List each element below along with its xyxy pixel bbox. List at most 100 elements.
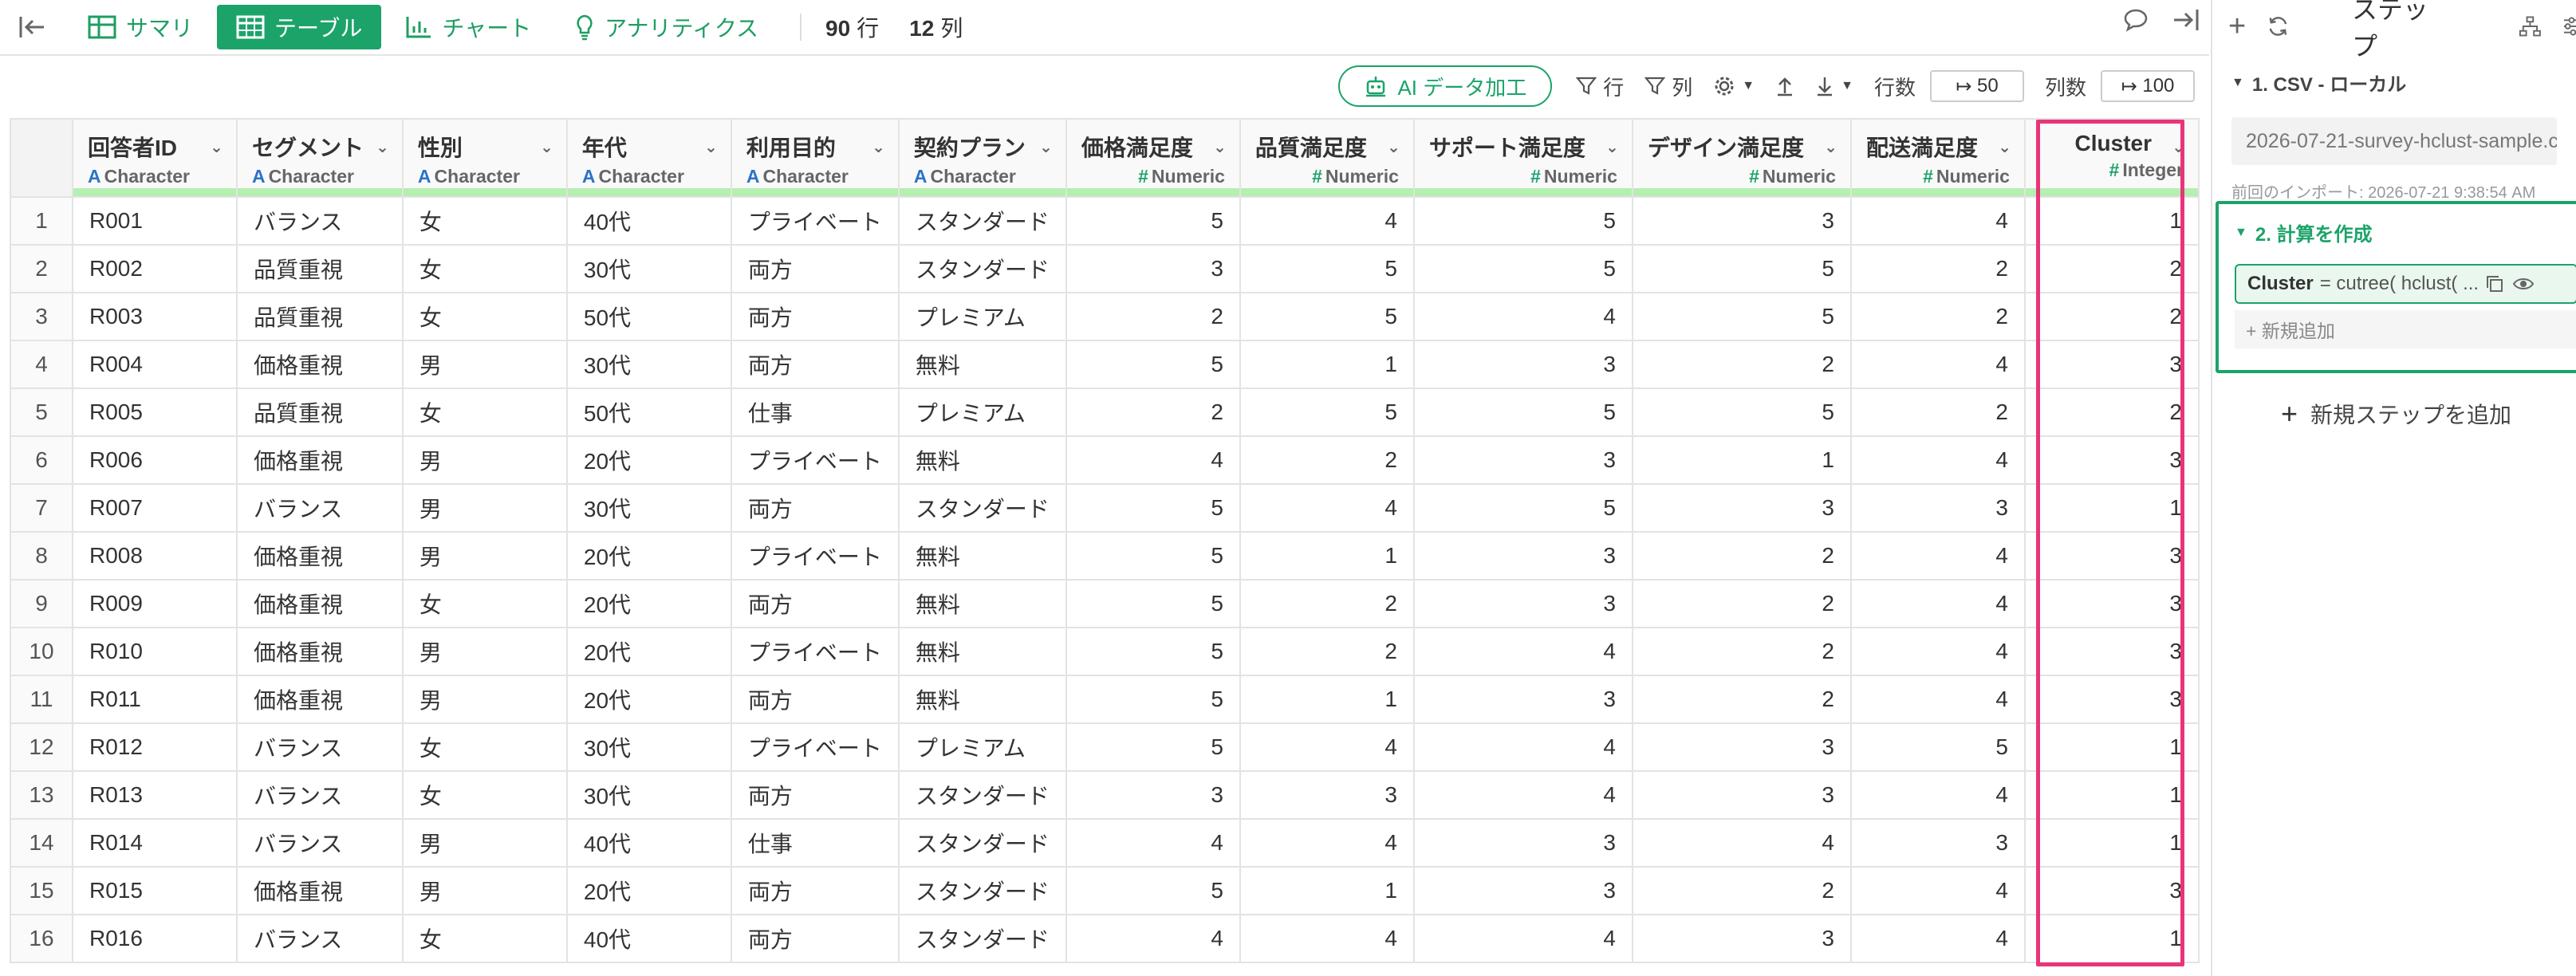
- table-cell[interactable]: バランス: [235, 196, 404, 246]
- copy-icon[interactable]: [2485, 274, 2504, 293]
- table-cell[interactable]: 1: [1239, 866, 1415, 915]
- chevron-down-icon[interactable]: ⌄: [1605, 137, 1619, 157]
- table-cell[interactable]: 5: [1065, 340, 1241, 389]
- add-new-calculation-button[interactable]: + 新規追加: [2235, 310, 2576, 348]
- table-cell[interactable]: R004: [71, 340, 238, 389]
- upload-button[interactable]: [1775, 76, 1794, 96]
- table-cell[interactable]: 50代: [565, 388, 732, 437]
- table-cell[interactable]: 価格重視: [235, 435, 404, 485]
- table-cell[interactable]: 3: [2023, 627, 2200, 676]
- table-cell[interactable]: 2: [1065, 292, 1241, 341]
- table-cell[interactable]: 20代: [565, 579, 732, 628]
- table-cell[interactable]: 3: [1412, 675, 1633, 724]
- table-cell[interactable]: 30代: [565, 340, 732, 389]
- column-header[interactable]: 品質満足度 # Numeric ⌄: [1239, 118, 1415, 198]
- table-cell[interactable]: R010: [71, 627, 238, 676]
- table-cell[interactable]: 1: [2023, 770, 2200, 820]
- table-cell[interactable]: 無料: [897, 340, 1067, 389]
- table-cell[interactable]: プレミアム: [897, 388, 1067, 437]
- table-cell[interactable]: 女: [401, 196, 568, 246]
- table-cell[interactable]: 品質重視: [235, 388, 404, 437]
- table-cell[interactable]: 3: [2023, 579, 2200, 628]
- table-cell[interactable]: 3: [2023, 866, 2200, 915]
- table-cell[interactable]: 4: [1849, 675, 2026, 724]
- comment-icon[interactable]: [2123, 8, 2149, 32]
- table-cell[interactable]: バランス: [235, 770, 404, 820]
- table-cell[interactable]: 5: [1065, 675, 1241, 724]
- table-cell[interactable]: 5: [1065, 531, 1241, 580]
- table-cell[interactable]: 男: [401, 531, 568, 580]
- chevron-down-icon[interactable]: ⌄: [1039, 137, 1053, 157]
- table-cell[interactable]: 男: [401, 627, 568, 676]
- table-cell[interactable]: R002: [71, 244, 238, 293]
- table-cell[interactable]: 2: [2023, 388, 2200, 437]
- table-cell[interactable]: スタンダード: [897, 866, 1067, 915]
- table-cell[interactable]: 5: [1631, 244, 1852, 293]
- table-cell[interactable]: 4: [1412, 770, 1633, 820]
- cols-input[interactable]: ↦ 100: [2101, 70, 2195, 102]
- table-cell[interactable]: スタンダード: [897, 914, 1067, 963]
- table-cell[interactable]: 両方: [730, 770, 900, 820]
- chevron-down-icon[interactable]: ⌄: [540, 137, 553, 157]
- settings-dropdown[interactable]: ▼: [1713, 75, 1755, 97]
- table-cell[interactable]: プライベート: [730, 531, 900, 580]
- table-cell[interactable]: 3: [1849, 818, 2026, 868]
- table-cell[interactable]: 3: [1412, 340, 1633, 389]
- table-cell[interactable]: 女: [401, 388, 568, 437]
- table-cell[interactable]: 4: [1065, 435, 1241, 485]
- table-cell[interactable]: R013: [71, 770, 238, 820]
- table-cell[interactable]: バランス: [235, 818, 404, 868]
- table-cell[interactable]: 4: [1849, 770, 2026, 820]
- table-cell[interactable]: R012: [71, 722, 238, 772]
- table-cell[interactable]: 女: [401, 914, 568, 963]
- chevron-down-icon[interactable]: ⌄: [704, 137, 718, 157]
- column-header[interactable]: 性別 A Character ⌄: [401, 118, 568, 198]
- tab-summary[interactable]: サマリ: [69, 5, 212, 49]
- collapse-right-icon[interactable]: [2172, 8, 2200, 32]
- sliders-icon[interactable]: [2562, 15, 2576, 37]
- table-cell[interactable]: 価格重視: [235, 627, 404, 676]
- ai-data-processing-button[interactable]: AI データ加工: [1338, 65, 1553, 107]
- table-cell[interactable]: R006: [71, 435, 238, 485]
- table-cell[interactable]: R014: [71, 818, 238, 868]
- table-cell[interactable]: スタンダード: [897, 483, 1067, 533]
- table-cell[interactable]: 無料: [897, 675, 1067, 724]
- table-cell[interactable]: 4: [1065, 914, 1241, 963]
- column-header[interactable]: 回答者ID A Character ⌄: [71, 118, 238, 198]
- column-header[interactable]: 利用目的 A Character ⌄: [730, 118, 900, 198]
- table-cell[interactable]: 4: [1849, 914, 2026, 963]
- table-cell[interactable]: R003: [71, 292, 238, 341]
- table-cell[interactable]: 両方: [730, 244, 900, 293]
- table-cell[interactable]: 3: [1849, 483, 2026, 533]
- table-cell[interactable]: 3: [2023, 340, 2200, 389]
- column-header[interactable]: 価格満足度 # Numeric ⌄: [1065, 118, 1241, 198]
- table-cell[interactable]: 3: [1631, 770, 1852, 820]
- table-cell[interactable]: 2: [1239, 435, 1415, 485]
- table-cell[interactable]: 女: [401, 722, 568, 772]
- table-cell[interactable]: 20代: [565, 675, 732, 724]
- table-cell[interactable]: 3: [2023, 675, 2200, 724]
- table-cell[interactable]: 両方: [730, 866, 900, 915]
- table-cell[interactable]: R001: [71, 196, 238, 246]
- chevron-down-icon[interactable]: ⌄: [376, 137, 389, 157]
- table-cell[interactable]: スタンダード: [897, 770, 1067, 820]
- table-cell[interactable]: 無料: [897, 579, 1067, 628]
- column-header[interactable]: デザイン満足度 # Numeric ⌄: [1631, 118, 1852, 198]
- table-cell[interactable]: 40代: [565, 818, 732, 868]
- table-cell[interactable]: 4: [1849, 866, 2026, 915]
- table-cell[interactable]: 2: [1065, 388, 1241, 437]
- table-cell[interactable]: 1: [1239, 531, 1415, 580]
- table-cell[interactable]: 4: [1412, 627, 1633, 676]
- table-cell[interactable]: 価格重視: [235, 675, 404, 724]
- download-dropdown[interactable]: ▼: [1815, 76, 1853, 96]
- step2-title[interactable]: ▼ 2. 計算を作成: [2235, 218, 2576, 246]
- table-cell[interactable]: 3: [1412, 866, 1633, 915]
- table-cell[interactable]: R016: [71, 914, 238, 963]
- chevron-down-icon[interactable]: ⌄: [1213, 137, 1227, 157]
- table-cell[interactable]: 5: [1239, 292, 1415, 341]
- refresh-icon[interactable]: [2267, 14, 2290, 38]
- table-cell[interactable]: 品質重視: [235, 292, 404, 341]
- table-cell[interactable]: 両方: [730, 914, 900, 963]
- table-cell[interactable]: プライベート: [730, 627, 900, 676]
- table-cell[interactable]: 両方: [730, 483, 900, 533]
